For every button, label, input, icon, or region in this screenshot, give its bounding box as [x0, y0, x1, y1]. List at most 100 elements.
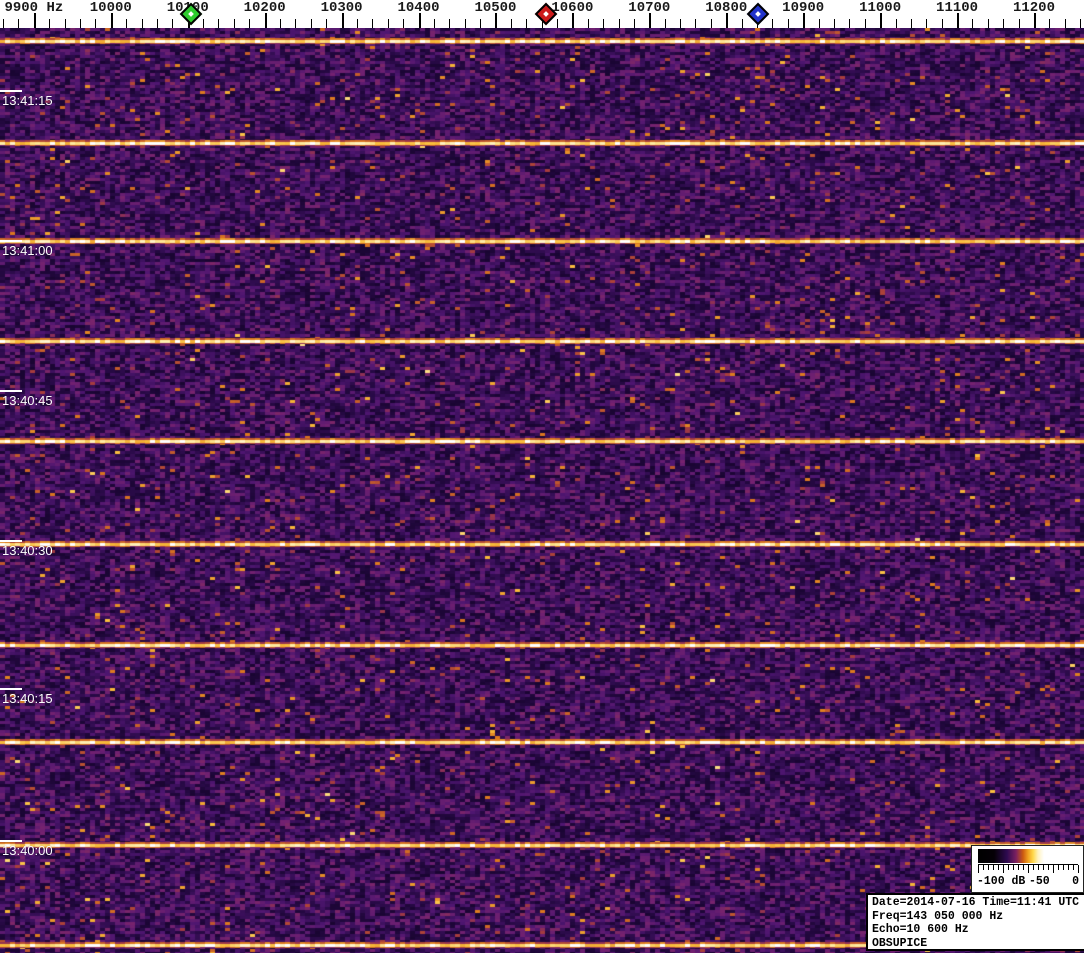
freq-tick — [987, 19, 989, 28]
colorbar-tick — [1033, 865, 1034, 870]
freq-tick — [910, 19, 912, 28]
freq-tick-label: 10900 — [782, 0, 825, 16]
colorbar-tick — [1058, 865, 1059, 870]
colorbar-tick — [1078, 865, 1079, 873]
frequency-ruler: 9900 Hz100001010010200103001040010500106… — [0, 0, 1084, 28]
freq-tick — [233, 19, 235, 28]
marker-center-dot — [187, 11, 194, 17]
freq-tick — [926, 19, 928, 28]
freq-tick-label: 11100 — [936, 0, 979, 16]
freq-tick — [526, 19, 528, 28]
freq-tick — [218, 19, 220, 28]
freq-tick — [141, 19, 143, 28]
info-line-date: Date=2014-07-16 Time=11:41 UTC — [872, 896, 1080, 909]
time-label: 13:40:00 — [2, 843, 53, 858]
freq-tick-label: 10000 — [89, 0, 132, 16]
colorbar-tick — [1048, 865, 1049, 870]
freq-tick — [64, 19, 66, 28]
freq-tick — [356, 19, 358, 28]
freq-tick — [710, 19, 712, 28]
colorbar-tick — [993, 865, 994, 870]
freq-tick — [480, 19, 482, 28]
freq-tick — [849, 19, 851, 28]
freq-tick — [941, 19, 943, 28]
colorbar-tick — [1028, 865, 1029, 873]
freq-tick — [510, 19, 512, 28]
time-tick — [0, 240, 22, 242]
colorbar-label-min: -100 dB — [977, 875, 1026, 888]
freq-tick — [372, 19, 374, 28]
info-box: Date=2014-07-16 Time=11:41 UTC Freq=143 … — [866, 893, 1084, 951]
freq-tick — [664, 19, 666, 28]
spectrogram-canvas — [0, 28, 1084, 953]
colorbar-tick — [1018, 865, 1019, 870]
colorbar-label-mid: -50 — [1029, 875, 1050, 888]
colorbar-tick — [1008, 865, 1009, 870]
freq-tick — [449, 19, 451, 28]
time-tick — [0, 540, 22, 542]
freq-tick — [326, 19, 328, 28]
freq-tick — [787, 19, 789, 28]
freq-tick — [1049, 19, 1051, 28]
time-label: 13:41:15 — [2, 93, 53, 108]
colorbar-tick — [1073, 865, 1074, 870]
freq-tick — [618, 19, 620, 28]
freq-tick — [433, 19, 435, 28]
freq-tick — [972, 19, 974, 28]
colorbar-tick — [978, 865, 979, 873]
time-tick — [0, 390, 22, 392]
freq-tick — [80, 19, 81, 28]
freq-tick — [1080, 19, 1082, 28]
info-line-freq: Freq=143 050 000 Hz — [872, 909, 1004, 923]
time-label: 13:40:30 — [2, 543, 53, 558]
freq-tick-label: 10500 — [474, 0, 517, 16]
freq-tick — [95, 19, 97, 28]
freq-tick — [310, 19, 312, 28]
colorbar-tick — [1063, 865, 1064, 870]
freq-tick — [203, 19, 205, 28]
freq-tick-label: 10400 — [397, 0, 440, 16]
freq-tick-label: 10300 — [320, 0, 363, 16]
spectrogram-viewer: 9900 Hz100001010010200103001040010500106… — [0, 0, 1084, 953]
colorbar-tick — [1023, 865, 1024, 870]
colorbar-gradient — [978, 849, 1078, 863]
freq-tick — [864, 19, 866, 28]
freq-tick — [587, 19, 589, 28]
freq-tick — [633, 19, 635, 28]
freq-tick-label: 11000 — [859, 0, 902, 16]
time-label: 13:40:45 — [2, 393, 53, 408]
colorbar-label-max: 0 — [1072, 875, 1079, 888]
freq-tick — [833, 19, 835, 28]
marker-center-dot — [543, 11, 550, 17]
freq-tick-label: 10700 — [628, 0, 671, 16]
freq-tick — [695, 19, 697, 28]
freq-tick — [49, 19, 51, 28]
time-tick — [0, 840, 22, 842]
freq-tick — [295, 19, 297, 28]
marker-center-dot — [754, 11, 761, 17]
freq-tick — [156, 19, 158, 28]
freq-tick — [387, 19, 389, 28]
marker-blue-diamond[interactable] — [746, 2, 770, 26]
colorbar: -100 dB -50 0 — [971, 845, 1084, 893]
freq-tick-label: 10800 — [705, 0, 748, 16]
time-label: 13:40:15 — [2, 691, 53, 706]
time-label: 13:41:00 — [2, 243, 53, 258]
colorbar-tick — [1013, 865, 1014, 870]
colorbar-tick — [1043, 865, 1044, 870]
freq-tick — [1018, 19, 1020, 28]
freq-tick — [818, 19, 820, 28]
freq-tick — [741, 19, 743, 28]
freq-tick — [603, 19, 605, 28]
freq-tick — [1064, 19, 1066, 28]
freq-tick — [18, 19, 20, 28]
info-line-echo: Echo=10 600 Hz — [872, 923, 969, 936]
colorbar-tick — [1053, 865, 1054, 873]
freq-tick — [895, 19, 897, 28]
freq-tick-label: 11200 — [1012, 0, 1055, 16]
freq-tick-label: 10200 — [243, 0, 286, 16]
freq-tick — [1003, 19, 1005, 28]
freq-tick — [3, 19, 5, 28]
freq-tick-label: 9900 Hz — [4, 0, 64, 16]
freq-tick — [403, 19, 405, 28]
